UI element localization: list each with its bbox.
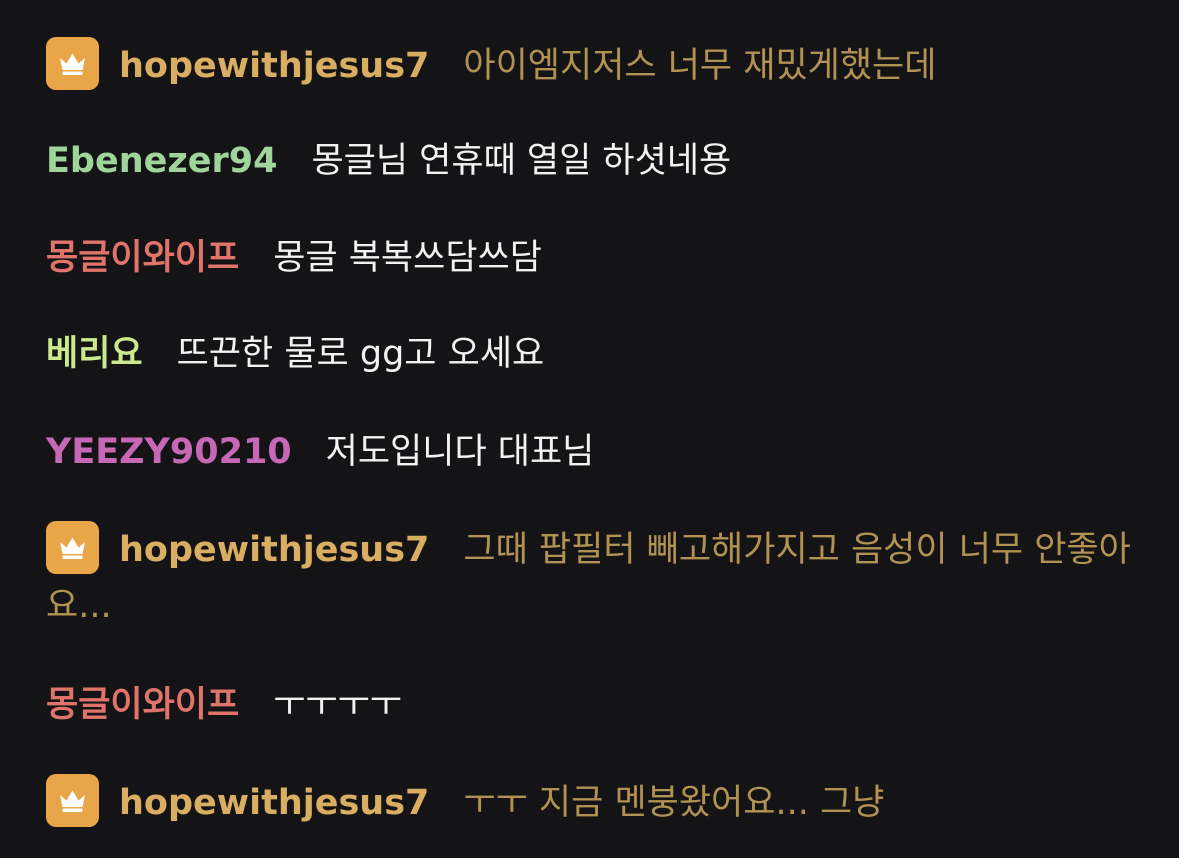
chat-username[interactable]: hopewithjesus7 bbox=[119, 46, 429, 86]
chat-text: ㅜㅜㅜㅜ bbox=[273, 685, 403, 725]
crown-icon bbox=[46, 773, 99, 827]
chat-text: ㅜㅜ 지금 멘붕왔어요... 그냥 bbox=[463, 783, 885, 823]
chat-message: 몽글이와이프 몽글 복복쓰담쓰담 bbox=[46, 230, 1145, 286]
chat-username[interactable]: hopewithjesus7 bbox=[119, 783, 429, 823]
chat-message: hopewithjesus7 ㅜㅜ 지금 멘붕왔어요... 그냥 bbox=[46, 773, 1145, 831]
chat-message: 베리요 뜨끈한 물로 gg고 오세요 bbox=[46, 326, 1145, 382]
chat-message: hopewithjesus7 아이엠지저스 너무 재밌게했는데 bbox=[46, 36, 1145, 94]
chat-text: 몽글님 연휴때 열일 하셧네용 bbox=[311, 141, 732, 181]
chat-message: Ebenezer94 몽글님 연휴때 열일 하셧네용 bbox=[46, 133, 1145, 189]
chat-text: 아이엠지저스 너무 재밌게했는데 bbox=[463, 46, 937, 86]
chat-message: 몽글이와이프 ㅜㅜㅜㅜ bbox=[46, 677, 1145, 733]
crown-icon bbox=[46, 36, 99, 90]
crown-icon bbox=[46, 520, 99, 574]
chat-username[interactable]: 베리요 bbox=[46, 334, 143, 374]
chat-username[interactable]: 몽글이와이프 bbox=[46, 685, 239, 725]
chat-log: hopewithjesus7 아이엠지저스 너무 재밌게했는데 Ebenezer9… bbox=[0, 0, 1179, 858]
chat-username[interactable]: YEEZY90210 bbox=[46, 432, 292, 472]
chat-username[interactable]: hopewithjesus7 bbox=[119, 530, 429, 570]
chat-text: 몽글 복복쓰담쓰담 bbox=[273, 238, 542, 278]
chat-text: 뜨끈한 물로 gg고 오세요 bbox=[176, 334, 545, 374]
chat-username[interactable]: Ebenezer94 bbox=[46, 141, 277, 181]
chat-message: hopewithjesus7 그때 팝필터 빼고해가지고 음성이 너무 안좋아요.… bbox=[46, 520, 1145, 634]
chat-username[interactable]: 몽글이와이프 bbox=[46, 238, 239, 278]
chat-text: 저도입니다 대표님 bbox=[325, 432, 595, 472]
chat-message: YEEZY90210 저도입니다 대표님 bbox=[46, 424, 1145, 480]
